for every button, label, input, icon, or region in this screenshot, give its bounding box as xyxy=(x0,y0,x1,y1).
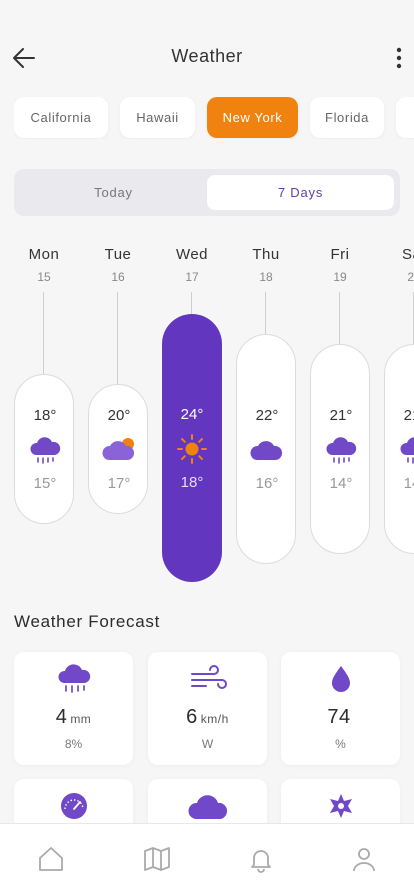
home-icon[interactable] xyxy=(36,844,66,874)
day-date: 17 xyxy=(185,270,199,284)
app-header: Weather xyxy=(0,40,414,76)
high-temp: 21° xyxy=(329,407,353,424)
temperature-pill: 20° 17° xyxy=(88,384,148,514)
day-column-tue[interactable]: Tue 16 20° 17° xyxy=(88,240,148,590)
day-date: 19 xyxy=(333,270,347,284)
day-date: 16 xyxy=(111,270,125,284)
tab-today[interactable]: Today xyxy=(20,175,207,210)
tab-7-days[interactable]: 7 Days xyxy=(207,175,394,210)
high-temp: 18° xyxy=(33,407,57,424)
city-chip-hawaii[interactable]: Hawaii xyxy=(120,97,195,138)
cloud-icon xyxy=(250,441,283,460)
card-value: 74 xyxy=(327,706,351,728)
rain-cloud-icon xyxy=(30,437,61,464)
high-temp: 21° xyxy=(403,407,414,424)
bottom-navigation xyxy=(0,823,414,896)
city-chip-list: California Hawaii New York Florida xyxy=(14,97,414,139)
rain-cloud-icon xyxy=(400,437,414,464)
day-column-sat[interactable]: Sat 20 21° 14° xyxy=(384,240,414,590)
sun-icon xyxy=(177,434,207,464)
card-value: 6 km/h xyxy=(186,706,229,728)
map-icon[interactable] xyxy=(142,844,172,874)
low-temp: 16° xyxy=(255,475,279,492)
user-icon[interactable] xyxy=(349,844,379,874)
low-temp: 18° xyxy=(180,474,204,491)
day-name: Fri xyxy=(330,246,350,263)
forecast-card-wind[interactable]: 6 km/h W xyxy=(148,652,267,765)
day-column-mon[interactable]: Mon 15 18° 15° xyxy=(14,240,74,590)
day-name: Sat xyxy=(401,246,414,263)
city-chip-overflow[interactable] xyxy=(396,97,414,138)
range-toggle: Today 7 Days xyxy=(14,169,400,216)
daily-forecast-strip: Mon 15 18° 15° Tue 16 20° 17° Wed 17 24°… xyxy=(0,240,414,590)
more-vertical-icon[interactable] xyxy=(394,44,404,72)
high-temp: 22° xyxy=(255,407,279,424)
city-chip-florida[interactable]: Florida xyxy=(310,97,384,138)
city-chip-new-york[interactable]: New York xyxy=(207,97,298,138)
low-temp: 14° xyxy=(403,475,414,492)
card-subtext: % xyxy=(335,737,346,751)
day-date: 15 xyxy=(37,270,51,284)
low-temp: 14° xyxy=(329,475,353,492)
cloud-sun-icon xyxy=(102,438,135,460)
rain-cloud-icon xyxy=(326,437,357,464)
card-subtext: 8% xyxy=(64,737,83,751)
low-temp: 17° xyxy=(107,475,131,492)
city-chip-california[interactable]: California xyxy=(14,97,108,138)
day-name: Mon xyxy=(28,246,60,263)
low-temp: 15° xyxy=(33,475,57,492)
day-name: Wed xyxy=(175,246,209,263)
day-column-wed[interactable]: Wed 17 24° 18° xyxy=(162,240,222,590)
day-column-thu[interactable]: Thu 18 22° 16° xyxy=(236,240,296,590)
day-date: 20 xyxy=(407,270,414,284)
temperature-pill: 21° 14° xyxy=(310,344,370,554)
rain-cloud-icon xyxy=(58,664,91,693)
uv-sun-icon xyxy=(330,794,352,818)
day-column-fri[interactable]: Fri 19 21° 14° xyxy=(310,240,370,590)
forecast-card-precipitation[interactable]: 4 mm 8% xyxy=(14,652,133,765)
gauge-icon xyxy=(61,793,87,819)
temperature-pill: 22° 16° xyxy=(236,334,296,564)
page-title: Weather xyxy=(171,46,243,66)
card-subtext: W xyxy=(201,737,214,751)
high-temp: 24° xyxy=(180,406,204,423)
day-name: Tue xyxy=(104,246,132,263)
bell-icon[interactable] xyxy=(246,844,276,874)
forecast-card-humidity[interactable]: 74 % xyxy=(281,652,400,765)
wind-icon xyxy=(191,665,227,689)
section-title-forecast: Weather Forecast xyxy=(14,612,160,631)
card-value: 4 mm xyxy=(55,706,92,728)
temperature-pill: 18° 15° xyxy=(14,374,74,524)
water-drop-icon xyxy=(332,666,350,692)
temperature-pill-selected: 24° 18° xyxy=(162,314,222,582)
high-temp: 20° xyxy=(107,407,131,424)
day-name: Thu xyxy=(252,246,280,263)
cloud-icon xyxy=(188,795,228,819)
temperature-pill: 21° 14° xyxy=(384,344,414,554)
day-date: 18 xyxy=(259,270,273,284)
